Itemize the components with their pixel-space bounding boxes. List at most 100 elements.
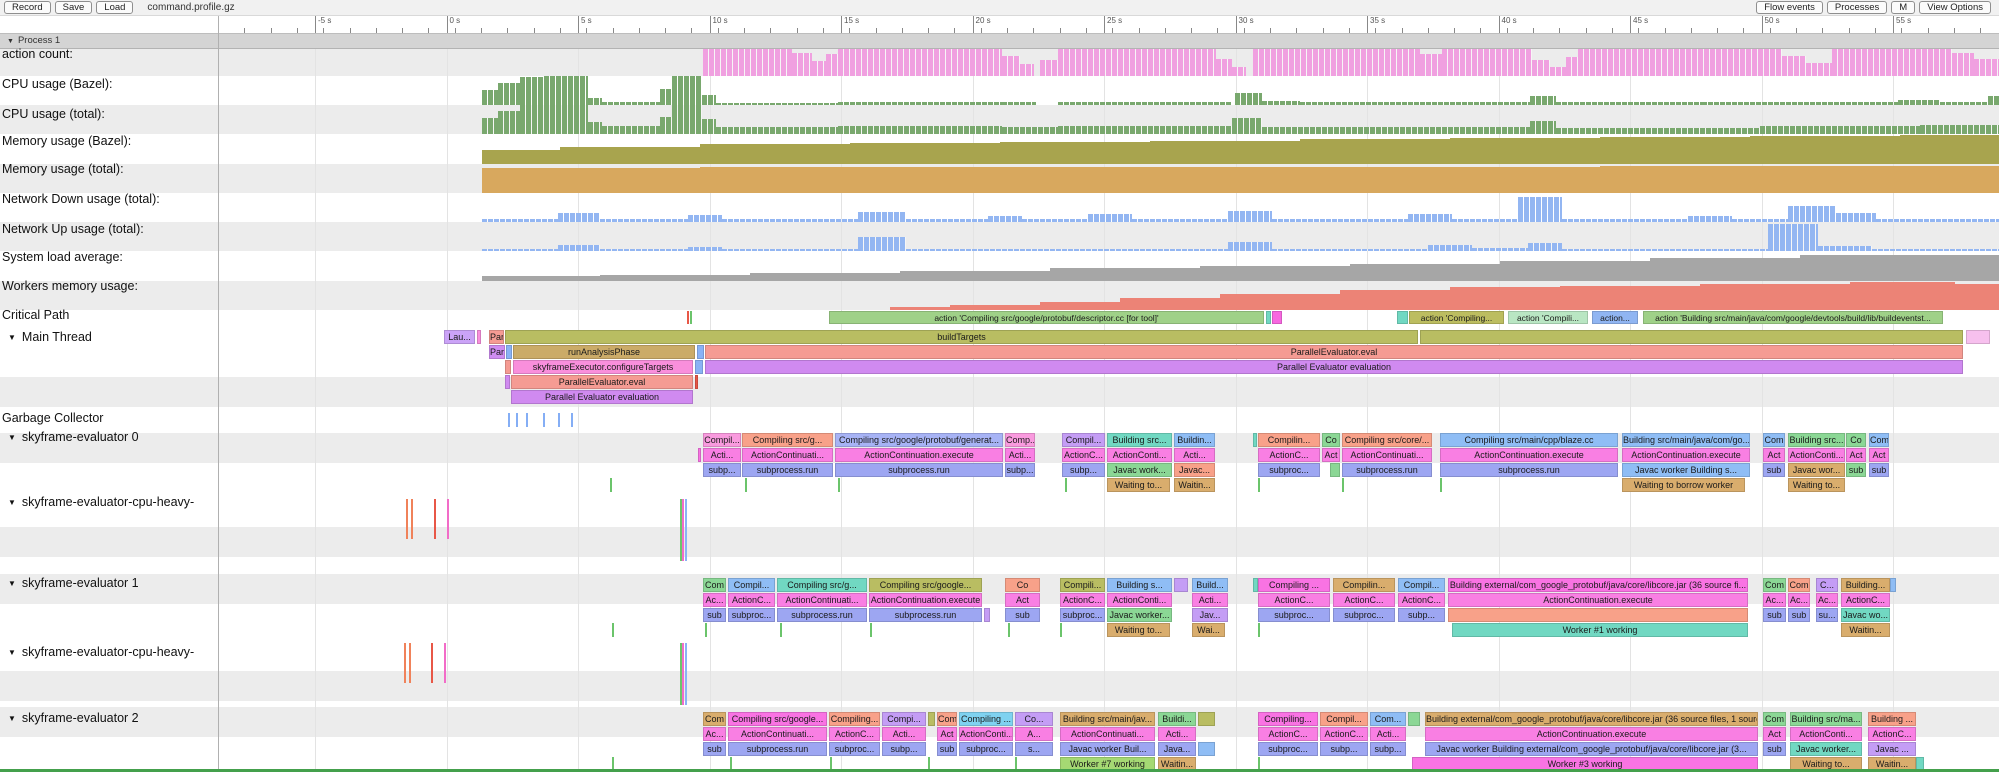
evaluator-event-bar[interactable]: Act — [937, 727, 957, 741]
evaluator-event-bar[interactable]: ActionC... — [1062, 448, 1105, 462]
critical-path-event-bar[interactable] — [1272, 311, 1282, 324]
evaluator-event-bar[interactable]: ActionContinuation.execute — [1448, 593, 1748, 607]
evaluator-event-bar[interactable]: subproc... — [728, 608, 775, 622]
evaluator-event-bar[interactable]: Act — [1322, 448, 1340, 462]
evaluator-event-bar[interactable]: Javac worker Building s... — [1622, 463, 1750, 477]
evaluator-event-bar[interactable]: Wai... — [1192, 623, 1225, 637]
evaluator-event-bar[interactable]: Acti... — [1158, 727, 1196, 741]
evaluator-event-bar[interactable]: subproc... — [959, 742, 1013, 756]
main-thread-event-bar[interactable] — [695, 360, 703, 374]
evaluator-event-bar[interactable]: Buildin... — [1174, 433, 1215, 447]
evaluator-event-bar[interactable]: ActionC... — [1841, 593, 1890, 607]
evaluator-event-bar[interactable]: Javac worker... — [1790, 742, 1862, 756]
evaluator-event-bar[interactable]: Compiling src/google/protobuf/generat... — [835, 433, 1003, 447]
evaluator-event-bar[interactable]: Building src/main/jav... — [1060, 712, 1155, 726]
evaluator-event-bar[interactable]: sub — [1005, 608, 1040, 622]
main-thread-event-bar[interactable]: ParallelEvaluator.eval — [511, 375, 693, 389]
main-thread-event-bar[interactable] — [697, 345, 704, 359]
evaluator-event-bar[interactable]: Compil... — [703, 433, 741, 447]
evaluator-event-bar[interactable]: Javac worker Building external/com_googl… — [1425, 742, 1758, 756]
evaluator-event-bar[interactable]: ActionContinuati... — [742, 448, 833, 462]
evaluator-event-bar[interactable]: Java... — [1158, 742, 1196, 756]
evaluator-event-bar[interactable]: Building ... — [1868, 712, 1916, 726]
collapse-triangle-icon[interactable]: ▼ — [8, 714, 16, 723]
evaluator-event-bar[interactable]: subproc... — [1258, 742, 1318, 756]
evaluator-event-bar[interactable]: sub — [703, 608, 726, 622]
evaluator-event-bar[interactable]: C... — [1816, 578, 1838, 592]
evaluator-event-bar[interactable]: Act — [1005, 593, 1040, 607]
evaluator-event-bar[interactable]: Com — [1763, 712, 1786, 726]
evaluator-event-bar[interactable]: Compili... — [1060, 578, 1105, 592]
main-thread-event-bar[interactable]: skyframeExecutor.configureTargets — [513, 360, 693, 374]
evaluator-event-bar[interactable]: Compilin... — [1258, 433, 1320, 447]
evaluator-event-bar[interactable] — [1198, 712, 1215, 726]
evaluator-event-bar[interactable]: Compiling... — [1258, 712, 1318, 726]
track-group-label-skyframe-evaluator-cpu-heavy-[interactable]: ▼skyframe-evaluator-cpu-heavy- — [8, 645, 194, 660]
evaluator-event-bar[interactable]: Compilin... — [1333, 578, 1395, 592]
evaluator-event-bar[interactable]: Compiling src/main/cpp/blaze.cc — [1440, 433, 1618, 447]
evaluator-event-bar[interactable]: ActionConti... — [1790, 727, 1862, 741]
evaluator-event-bar[interactable]: Co — [1846, 433, 1866, 447]
evaluator-event-bar[interactable] — [984, 608, 990, 622]
collapse-triangle-icon[interactable]: ▼ — [8, 333, 16, 342]
track-group-label-skyframe-evaluator-cpu-heavy-[interactable]: ▼skyframe-evaluator-cpu-heavy- — [8, 495, 194, 510]
evaluator-event-bar[interactable] — [698, 448, 701, 462]
evaluator-event-bar[interactable]: subp... — [882, 742, 926, 756]
track-group-label-skyframe-evaluator-2[interactable]: ▼skyframe-evaluator 2 — [8, 711, 139, 726]
track-group-label-main-thread[interactable]: ▼Main Thread — [8, 330, 92, 345]
evaluator-event-bar[interactable]: ActionContinuati... — [1342, 448, 1432, 462]
critical-path-event-bar[interactable]: action 'Compiling... — [1409, 311, 1504, 324]
collapse-triangle-icon[interactable]: ▼ — [7, 38, 14, 45]
evaluator-event-bar[interactable]: subp... — [1398, 608, 1445, 622]
evaluator-event-bar[interactable]: Com... — [1370, 712, 1406, 726]
evaluator-event-bar[interactable]: ActionContinuation.execute — [1440, 448, 1618, 462]
evaluator-event-bar[interactable]: Javac ... — [1868, 742, 1916, 756]
evaluator-event-bar[interactable]: Compiling... — [829, 712, 880, 726]
evaluator-event-bar[interactable]: sub — [703, 742, 726, 756]
evaluator-event-bar[interactable]: ActionContinuation.execute — [1622, 448, 1750, 462]
evaluator-event-bar[interactable]: Act — [1763, 727, 1786, 741]
collapse-triangle-icon[interactable]: ▼ — [8, 498, 16, 507]
evaluator-event-bar[interactable]: Compiling src/g... — [742, 433, 833, 447]
evaluator-event-bar[interactable]: Javac wo... — [1841, 608, 1890, 622]
process-header[interactable]: ▼Process 1 — [0, 33, 1999, 49]
save-button[interactable]: Save — [55, 1, 93, 14]
evaluator-event-bar[interactable]: ActionContinuation.execute — [1425, 727, 1758, 741]
evaluator-event-bar[interactable]: sub — [1763, 463, 1785, 477]
evaluator-event-bar[interactable]: Ac... — [1788, 593, 1810, 607]
evaluator-event-bar[interactable] — [1198, 742, 1215, 756]
evaluator-event-bar[interactable]: Com — [937, 712, 957, 726]
evaluator-event-bar[interactable]: sub — [1788, 608, 1810, 622]
evaluator-event-bar[interactable]: sub — [937, 742, 957, 756]
evaluator-event-bar[interactable]: Com — [1869, 433, 1889, 447]
evaluator-event-bar[interactable]: Building src... — [1788, 433, 1845, 447]
evaluator-event-bar[interactable]: ActionC... — [1258, 727, 1318, 741]
collapse-triangle-icon[interactable]: ▼ — [8, 579, 16, 588]
evaluator-event-bar[interactable] — [1408, 712, 1420, 726]
track-group-label-skyframe-evaluator-0[interactable]: ▼skyframe-evaluator 0 — [8, 430, 139, 445]
evaluator-event-bar[interactable]: Javac worker... — [1107, 608, 1172, 622]
evaluator-event-bar[interactable]: Compil... — [1320, 712, 1368, 726]
metadata-button[interactable]: M — [1891, 1, 1915, 14]
evaluator-event-bar[interactable]: subproc... — [829, 742, 880, 756]
evaluator-event-bar[interactable]: s... — [1015, 742, 1053, 756]
main-thread-event-bar[interactable] — [477, 330, 481, 344]
evaluator-event-bar[interactable]: sub — [1869, 463, 1889, 477]
flow-events-button[interactable]: Flow events — [1756, 1, 1823, 14]
evaluator-event-bar[interactable]: Compiling src/core/... — [1342, 433, 1432, 447]
evaluator-event-bar[interactable]: Act — [1846, 448, 1866, 462]
critical-path-event-bar[interactable]: action... — [1592, 311, 1638, 324]
load-button[interactable]: Load — [96, 1, 133, 14]
evaluator-event-bar[interactable]: sub — [1763, 608, 1786, 622]
evaluator-event-bar[interactable]: ActionConti... — [1788, 448, 1845, 462]
evaluator-event-bar[interactable]: Compiling src/g... — [777, 578, 867, 592]
evaluator-event-bar[interactable]: Compiling src/google... — [728, 712, 827, 726]
evaluator-event-bar[interactable]: Compiling ... — [1258, 578, 1330, 592]
evaluator-event-bar[interactable]: Javac worker Buil... — [1060, 742, 1155, 756]
evaluator-event-bar[interactable]: ActionC... — [1258, 448, 1320, 462]
evaluator-event-bar[interactable]: ActionContinuati... — [1060, 727, 1155, 741]
evaluator-event-bar[interactable]: ActionC... — [1398, 593, 1445, 607]
evaluator-event-bar[interactable]: Compiling ... — [959, 712, 1013, 726]
time-ruler[interactable]: -5 s0 s5 s10 s15 s20 s25 s30 s35 s40 s45… — [218, 15, 1999, 34]
view-options-button[interactable]: View Options — [1919, 1, 1991, 14]
